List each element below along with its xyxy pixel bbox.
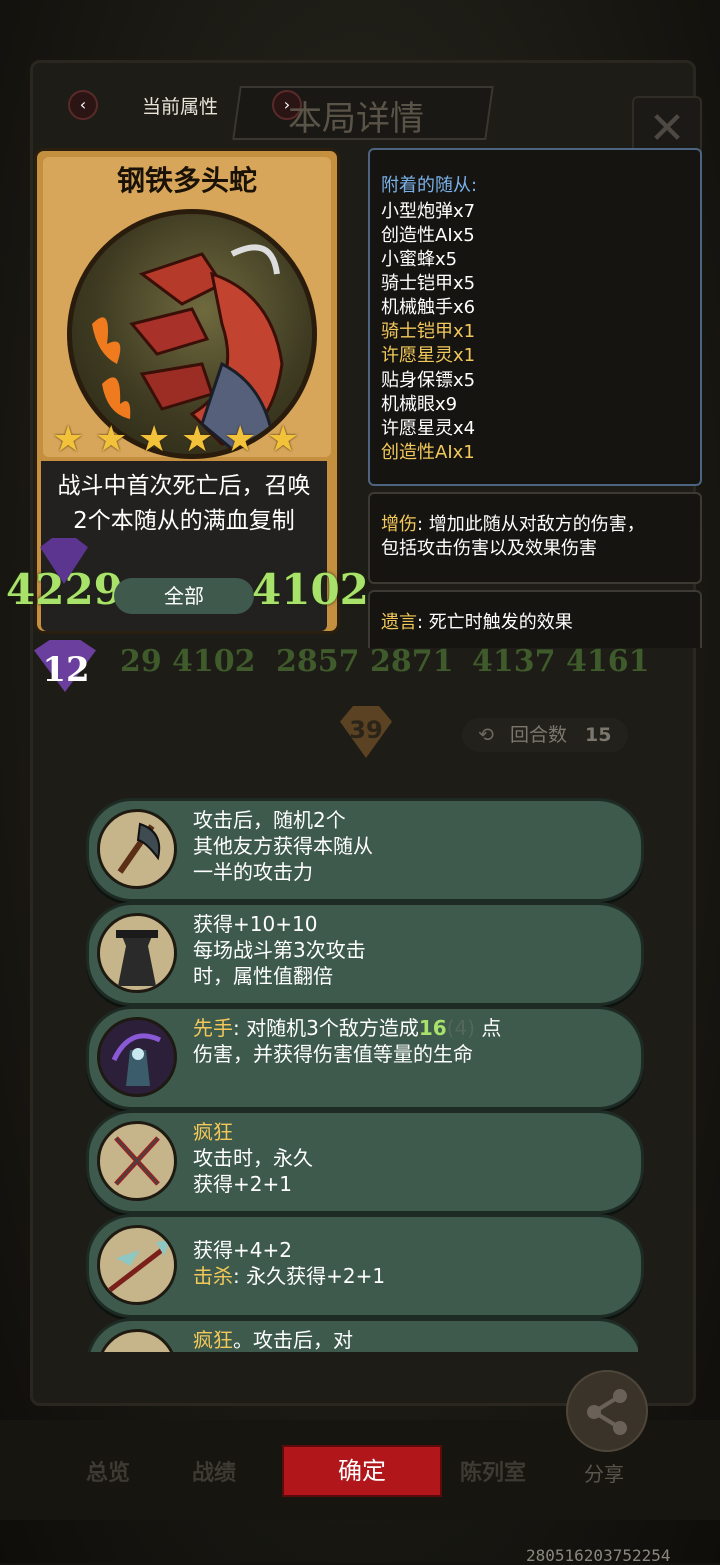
skill-line: 疯狂。攻击后，对	[193, 1327, 623, 1352]
prev-arrow-icon[interactable]: ‹	[68, 90, 98, 120]
minion-item: 创造性AIx1	[381, 442, 475, 463]
minion-item: 机械触手x6	[381, 297, 476, 318]
skill-item[interactable]: 先手: 对随机3个敌方造成16(4) 点 伤害，并获得伤害值等量的生命	[86, 1006, 644, 1110]
axe-icon	[97, 809, 177, 889]
skill-item[interactable]: 攻击后，随机2个 其他友方获得本随从 一半的攻击力	[86, 798, 644, 902]
share-icon	[587, 1389, 627, 1435]
share-label: 分享	[584, 1462, 624, 1486]
minion-item: 小型炮弹x7	[381, 201, 476, 222]
keyword-kill: 击杀	[193, 1264, 233, 1288]
confirm-button[interactable]: 确定	[282, 1445, 442, 1497]
spear-icon	[97, 1225, 177, 1305]
minion-item: 骑士铠甲x1	[381, 321, 476, 342]
nav-overview[interactable]: 总览	[86, 1455, 130, 1487]
skill-line: 其他友方获得本随从	[193, 834, 373, 858]
skill-line: 击杀: 永久获得+2+1	[193, 1263, 623, 1289]
tier-value: 12	[42, 650, 90, 690]
bg-number: 2871	[370, 644, 454, 679]
share-button[interactable]	[566, 1370, 648, 1452]
current-attributes-label[interactable]: 当前属性	[142, 92, 218, 119]
keyword-frenzy: 疯狂	[193, 1328, 233, 1352]
skill-line: 时，属性值翻倍	[193, 964, 333, 988]
bg-number: 4102	[172, 644, 256, 679]
skill-description: 疯狂。攻击后，对	[193, 1327, 623, 1352]
minion-item: 创造性AIx5	[381, 225, 475, 246]
keyword-damage: 增伤	[381, 514, 417, 535]
minion-item: 小蜜蜂x5	[381, 249, 458, 270]
refresh-icon: ⟲	[478, 724, 494, 746]
crossed-swords-icon	[97, 1121, 177, 1201]
skill-description: 获得+4+2 击杀: 永久获得+2+1	[193, 1237, 623, 1289]
minion-item: 机械眼x9	[381, 394, 458, 415]
minion-item: 许愿星灵x4	[381, 418, 476, 439]
skill-line: 伤害，并获得伤害值等量的生命	[193, 1042, 473, 1066]
skill-item[interactable]: 疯狂。攻击后，对	[86, 1318, 638, 1352]
skill-text-part: : 永久获得+2+1	[233, 1264, 386, 1288]
skill-item[interactable]: 获得+10+10 每场战斗第3次攻击 时，属性值翻倍	[86, 902, 644, 1006]
keyword-frenzy: 疯狂	[193, 1120, 233, 1144]
skill-line: 获得+4+2	[193, 1238, 292, 1262]
skill-line: 攻击时，永久	[193, 1146, 313, 1170]
keyword-deathrattle-desc: : 死亡时触发的效果	[417, 612, 573, 633]
skill-text-part: 点	[475, 1016, 502, 1040]
mech-hydra-image	[92, 244, 284, 451]
attached-minions-title: 附着的随从:	[381, 175, 478, 196]
keyword-damage-line1: 增伤: 增加此随从对敌方的伤害，	[381, 512, 645, 538]
bg-number: 2857	[276, 644, 360, 679]
session-id: 280516203752254	[526, 1546, 671, 1565]
keyword-deathrattle: 遗言	[381, 612, 417, 633]
bg-number: 4137	[472, 644, 556, 679]
skill-description: 获得+10+10 每场战斗第3次攻击 时，属性值翻倍	[193, 911, 623, 989]
nav-showroom[interactable]: 陈列室	[460, 1455, 526, 1487]
filter-all-button[interactable]: 全部	[114, 578, 254, 614]
skill-description: 先手: 对随机3个敌方造成16(4) 点 伤害，并获得伤害值等量的生命	[193, 1015, 623, 1067]
skill-description: 疯狂 攻击时，永久 获得+2+1	[193, 1119, 623, 1197]
bg-number: 29	[120, 644, 162, 679]
keyword-deathrattle-line: 遗言: 死亡时触发的效果	[381, 610, 573, 636]
skill-line: 攻击后，随机2个	[193, 808, 346, 832]
bg-number: 4161	[566, 644, 650, 679]
skill-line: 获得+10+10	[193, 912, 318, 936]
minion-card: 钢铁多头蛇 战斗中首次死亡后，召唤2个本随从的满血复制	[34, 148, 340, 634]
skill-text-part: : 对随机3个敌方造成	[233, 1016, 419, 1040]
skill-line: 获得+2+1	[193, 1172, 292, 1196]
skill-item[interactable]: 疯狂 攻击时，永久 获得+2+1	[86, 1110, 644, 1214]
damage-extra: (4)	[446, 1016, 476, 1040]
minion-item: 许愿星灵x1	[381, 345, 476, 366]
nav-record[interactable]: 战绩	[192, 1455, 236, 1487]
star-icon: ★	[181, 419, 214, 460]
keyword-damage-desc: : 增加此随从对敌方的伤害，	[417, 514, 645, 535]
skill-line: 每场战斗第3次攻击	[193, 938, 366, 962]
reaper-icon	[97, 1017, 177, 1097]
star-rating: ★ ★ ★ ★ ★ ★	[52, 422, 322, 462]
skill-line: 先手: 对随机3个敌方造成16(4) 点	[193, 1015, 623, 1041]
health-value: 4102	[252, 565, 369, 614]
star-icon: ★	[95, 419, 128, 460]
card-name: 钢铁多头蛇	[116, 164, 257, 197]
skill-description: 攻击后，随机2个 其他友方获得本随从 一半的攻击力	[193, 807, 623, 885]
page-title: 本局详情	[288, 99, 424, 139]
skill-text-part: 。攻击后，对	[233, 1328, 353, 1352]
star-icon: ★	[138, 419, 171, 460]
skill-item[interactable]: 获得+4+2 击杀: 永久获得+2+1	[86, 1214, 644, 1318]
blade-icon	[97, 1329, 177, 1352]
card-description: 战斗中首次死亡后，召唤2个本随从的满血复制	[57, 473, 311, 534]
star-icon: ★	[267, 419, 300, 460]
star-icon: ★	[224, 419, 257, 460]
minion-item: 骑士铠甲x5	[381, 273, 476, 294]
minion-item: 贴身保镖x5	[381, 370, 476, 391]
keyword-first-strike: 先手	[193, 1016, 233, 1040]
skill-line: 一半的攻击力	[193, 860, 313, 884]
damage-value: 16	[418, 1016, 447, 1040]
chevron-value: 39	[349, 716, 383, 744]
round-counter: ⟲ 回合数 15	[462, 718, 628, 752]
round-value: 15	[585, 724, 612, 746]
hooded-figure-icon	[97, 913, 177, 993]
keyword-damage-line2: 包括攻击伤害以及效果伤害	[381, 538, 597, 559]
round-label: 回合数	[509, 724, 567, 746]
star-icon: ★	[52, 419, 85, 460]
skill-item-partial[interactable]: 疯狂。攻击后，对	[86, 1318, 638, 1352]
